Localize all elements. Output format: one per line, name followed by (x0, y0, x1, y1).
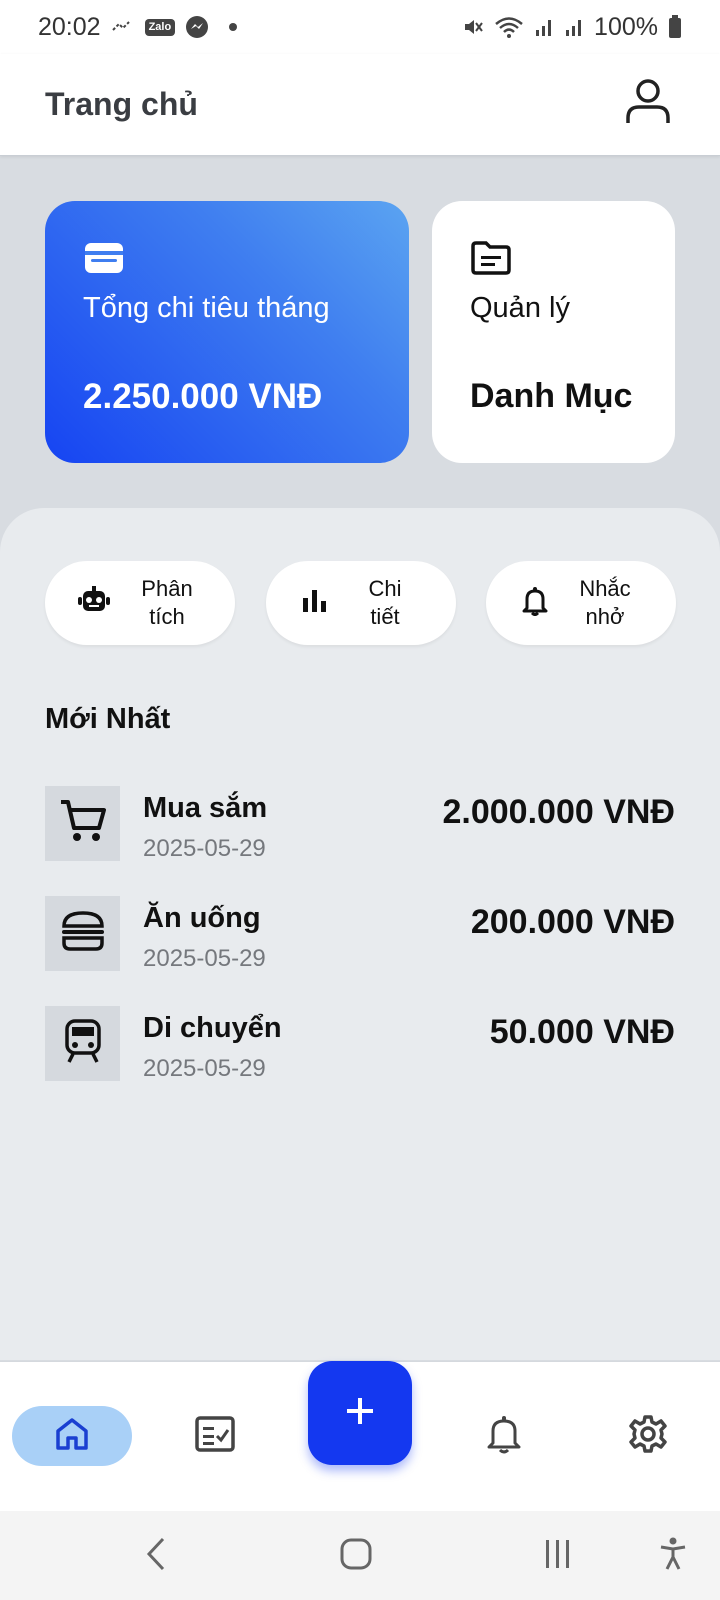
robot-icon (78, 585, 110, 621)
transaction-amount: 2.000.000 VNĐ (442, 793, 676, 831)
checklist-icon (195, 1415, 235, 1457)
detail-chip-label: Chi tiết (350, 575, 420, 631)
chevron-left-icon (145, 1537, 167, 1576)
transaction-row[interactable]: Mua sắm 2025-05-29 2.000.000 VNĐ (45, 786, 675, 864)
nav-tasks[interactable] (155, 1406, 275, 1466)
category-management-card[interactable]: Quản lý Danh Mục (432, 201, 675, 463)
page-title: Trang chủ (45, 86, 198, 122)
detail-chip[interactable]: Chi tiết (266, 561, 456, 645)
recents-icon (543, 1539, 573, 1574)
latest-section-title: Mới Nhất (45, 703, 171, 735)
monthly-spend-label: Tổng chi tiêu tháng (83, 292, 330, 324)
messenger-icon (185, 15, 209, 39)
system-navigation-bar (0, 1511, 720, 1600)
battery-icon (668, 15, 682, 39)
reminder-chip[interactable]: Nhắc nhở (486, 561, 676, 645)
user-icon (625, 78, 671, 131)
bell-icon (522, 586, 548, 621)
category-management-title: Danh Mục (470, 377, 633, 415)
transaction-icon-box (45, 1006, 120, 1081)
nav-home[interactable] (12, 1406, 132, 1466)
detail-chip-line1: Chi (368, 576, 402, 601)
status-bar: 20:02 Zalo 100% (0, 0, 720, 54)
accessibility-icon (659, 1537, 687, 1576)
system-home-button[interactable] (331, 1531, 381, 1581)
shopping-cart-icon (59, 798, 107, 849)
transaction-name: Ăn uống (143, 902, 261, 934)
wifi-icon (494, 15, 524, 39)
transaction-name: Mua sắm (143, 792, 268, 824)
system-recents-button[interactable] (533, 1531, 583, 1581)
analysis-chip-line1: Phân (141, 576, 193, 601)
reminder-chip-label: Nhắc nhở (570, 575, 640, 631)
add-transaction-button[interactable] (308, 1361, 412, 1465)
monthly-spend-amount: 2.250.000 VNĐ (83, 377, 323, 416)
folder-icon (470, 241, 512, 279)
reminder-chip-line2: nhở (585, 604, 625, 629)
transaction-amount: 50.000 VNĐ (489, 1013, 675, 1051)
transaction-name: Di chuyển (143, 1012, 282, 1044)
transaction-amount: 200.000 VNĐ (470, 903, 675, 941)
analysis-chip-label: Phân tích (132, 575, 202, 631)
train-icon (64, 1018, 102, 1069)
transaction-icon-box (45, 786, 120, 861)
battery-percent: 100% (594, 12, 658, 41)
detail-chip-line2: tiết (370, 604, 400, 629)
mute-icon (462, 16, 484, 38)
analysis-chip-line2: tích (149, 604, 185, 629)
transaction-date: 2025-05-29 (143, 835, 266, 862)
system-back-button[interactable] (131, 1531, 181, 1581)
transaction-icon-box (45, 896, 120, 971)
home-square-icon (340, 1538, 372, 1575)
zalo-icon: Zalo (144, 18, 176, 36)
gear-icon (628, 1414, 668, 1459)
home-icon (54, 1416, 90, 1457)
bar-chart-icon (302, 589, 328, 617)
signal-icon-1 (534, 16, 554, 38)
add-icon (345, 1396, 375, 1431)
transaction-date: 2025-05-29 (143, 1055, 266, 1082)
reminder-chip-line1: Nhắc (579, 576, 631, 601)
transaction-date: 2025-05-29 (143, 945, 266, 972)
accessibility-button[interactable] (648, 1531, 698, 1581)
transaction-row[interactable]: Di chuyển 2025-05-29 50.000 VNĐ (45, 1006, 675, 1084)
missed-call-icon (111, 18, 135, 36)
analysis-chip[interactable]: Phân tích (45, 561, 235, 645)
monthly-spend-card[interactable]: Tổng chi tiêu tháng 2.250.000 VNĐ (45, 201, 409, 463)
burger-icon (60, 910, 106, 957)
signal-icon-2 (564, 16, 584, 38)
category-management-label: Quản lý (470, 292, 570, 324)
wallet-icon (83, 243, 125, 279)
status-time: 20:02 (38, 12, 101, 41)
notification-dot-icon (229, 23, 238, 31)
nav-settings[interactable] (588, 1406, 708, 1466)
profile-button[interactable] (620, 77, 676, 133)
status-right: 100% (462, 13, 682, 42)
app-bar: Trang chủ (0, 54, 720, 156)
bell-icon (487, 1414, 521, 1459)
status-left: 20:02 Zalo (38, 12, 238, 42)
transaction-row[interactable]: Ăn uống 2025-05-29 200.000 VNĐ (45, 896, 675, 974)
nav-notifications[interactable] (444, 1406, 564, 1466)
